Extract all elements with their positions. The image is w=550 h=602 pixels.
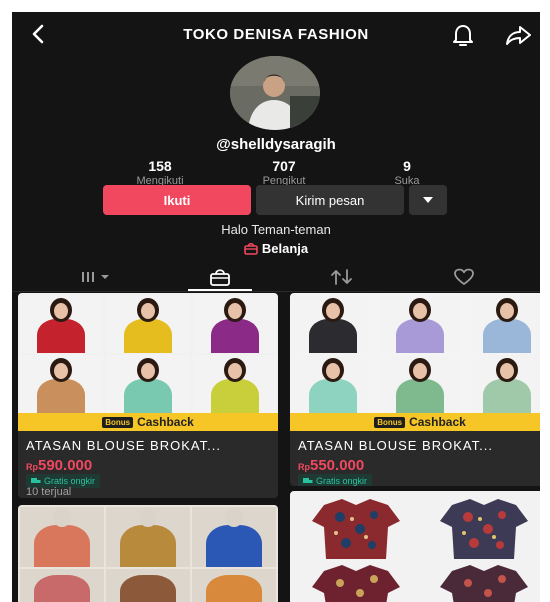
currency: Rp: [298, 462, 310, 472]
photo-blue-blouse: [465, 295, 540, 353]
bonus-tag: Bonus: [374, 416, 406, 428]
stat-followers[interactable]: 707 Pengikut: [239, 158, 329, 187]
shop-bag-icon: [210, 269, 230, 286]
share-icon[interactable]: [504, 23, 532, 47]
photo-red-blouse: [19, 295, 103, 353]
caret-down-icon: [423, 197, 433, 203]
shipping-label: Gratis ongkir: [316, 476, 368, 486]
sold-count: 10 terjual: [26, 486, 72, 498]
shipping-label: Gratis ongkir: [44, 476, 96, 486]
tab-divider: [12, 291, 540, 292]
more-dropdown-button[interactable]: [409, 185, 447, 215]
photo-batik-shirt-dark: [422, 563, 540, 602]
follow-button[interactable]: Ikuti: [103, 185, 251, 215]
truck-icon: [31, 477, 41, 483]
currency: Rp: [26, 462, 38, 472]
photo-green-blouse: [378, 355, 462, 413]
photo-teal-blouse: [291, 355, 375, 413]
product-card[interactable]: Bonus Cashback ATASAN BLOUSE BROKAT... R…: [290, 293, 540, 486]
product-price: Rp590.000: [26, 457, 92, 474]
photo-black-blouse: [291, 295, 375, 353]
photo-rose-blouse: [20, 569, 104, 602]
stat-value: 9: [403, 158, 411, 174]
photo-lime-blouse: [193, 355, 277, 413]
cashback-banner: Bonus Cashback: [18, 413, 278, 431]
product-card[interactable]: Bonus Cashback ATASAN BLOUSE BROKAT... R…: [18, 293, 278, 498]
product-image: [290, 293, 540, 413]
photo-tan-blouse: [19, 355, 103, 413]
tab-liked[interactable]: [398, 262, 530, 292]
shop-link[interactable]: Belanja: [12, 241, 540, 256]
repost-icon: [331, 269, 352, 285]
bell-icon[interactable]: [450, 22, 476, 48]
shop-link-label: Belanja: [261, 241, 309, 256]
cashback-banner: Bonus Cashback: [290, 413, 540, 431]
stat-following[interactable]: 158 Mengikuti: [115, 158, 205, 187]
photo-lilac-blouse: [378, 295, 462, 353]
photo-brown-blouse: [106, 569, 190, 602]
grid-icon: [82, 272, 109, 282]
tab-videos[interactable]: [32, 262, 164, 292]
bonus-tag: Bonus: [102, 416, 134, 428]
product-card[interactable]: [290, 491, 540, 602]
photo-batik-shirt-multi: [422, 495, 540, 559]
profile-screen: TOKO DENISA FASHION @shelldysaragih 158 …: [12, 12, 540, 602]
heart-icon: [454, 268, 474, 285]
bio-text: Halo Teman-teman: [221, 222, 331, 237]
photo-coral-blouse: [20, 507, 104, 567]
product-card[interactable]: [18, 505, 278, 602]
photo-gold-blouse: [106, 507, 190, 567]
photo-batik-shirt-maroon: [294, 563, 418, 602]
stat-likes[interactable]: 9 Suka: [362, 158, 452, 187]
product-image: [18, 505, 278, 602]
tab-shop[interactable]: [154, 262, 286, 292]
top-bar: TOKO DENISA FASHION: [12, 12, 540, 56]
free-shipping-badge: Gratis ongkir: [298, 474, 373, 486]
photo-orange-blouse: [192, 569, 276, 602]
cashback-label: Cashback: [137, 415, 194, 429]
price-value: 550.000: [310, 457, 365, 474]
product-name: ATASAN BLOUSE BROKAT...: [26, 438, 221, 453]
stat-value: 158: [148, 158, 172, 174]
photo-batik-shirt-red: [294, 495, 418, 559]
photo-purple-blouse: [193, 295, 277, 353]
send-message-button[interactable]: Kirim pesan: [256, 185, 404, 215]
product-image: [290, 491, 540, 602]
tab-reposts[interactable]: [276, 262, 408, 292]
cashback-label: Cashback: [409, 415, 466, 429]
truck-icon: [303, 477, 313, 483]
product-name: ATASAN BLOUSE BROKAT...: [298, 438, 493, 453]
shopping-bag-icon: [244, 242, 258, 255]
product-price: Rp550.000: [298, 457, 364, 474]
username: @shelldysaragih: [216, 136, 336, 153]
price-value: 590.000: [38, 457, 93, 474]
photo-mint-blouse: [106, 355, 190, 413]
photo-royal-blue-blouse: [192, 507, 276, 567]
stat-value: 707: [272, 158, 296, 174]
product-image: [18, 293, 278, 413]
avatar[interactable]: [230, 56, 320, 130]
photo-yellow-blouse: [106, 295, 190, 353]
photo-sage-blouse: [465, 355, 540, 413]
